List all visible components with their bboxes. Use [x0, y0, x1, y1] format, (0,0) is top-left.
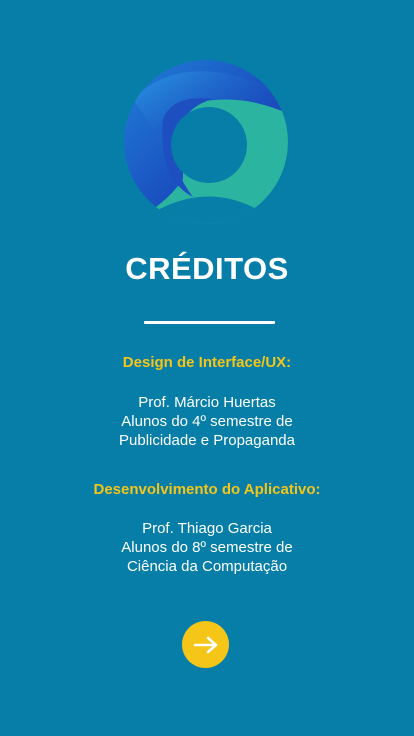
section-line: Ciência da Computação [126, 558, 288, 575]
title-divider [144, 321, 275, 324]
next-button[interactable] [182, 621, 229, 668]
app-logo-icon [123, 59, 289, 225]
section-line: Alunos do 4º semestre de [121, 413, 293, 430]
arrow-right-icon [193, 636, 217, 653]
section-line: Publicidade e Propaganda [119, 432, 295, 449]
section-body-development: Prof. Thiago Garcia Alunos do 8º semestr… [0, 519, 414, 576]
page-title: CRÉDITOS [125, 251, 289, 286]
section-heading-design: Design de Interface/UX: [122, 354, 292, 371]
section-line: Prof. Márcio Huertas [138, 394, 276, 411]
section-line: Prof. Thiago Garcia [142, 520, 272, 537]
section-body-design: Prof. Márcio Huertas Alunos do 4º semest… [0, 393, 414, 450]
section-heading-development: Desenvolvimento do Aplicativo: [93, 481, 321, 498]
section-line: Alunos do 8º semestre de [121, 539, 293, 556]
